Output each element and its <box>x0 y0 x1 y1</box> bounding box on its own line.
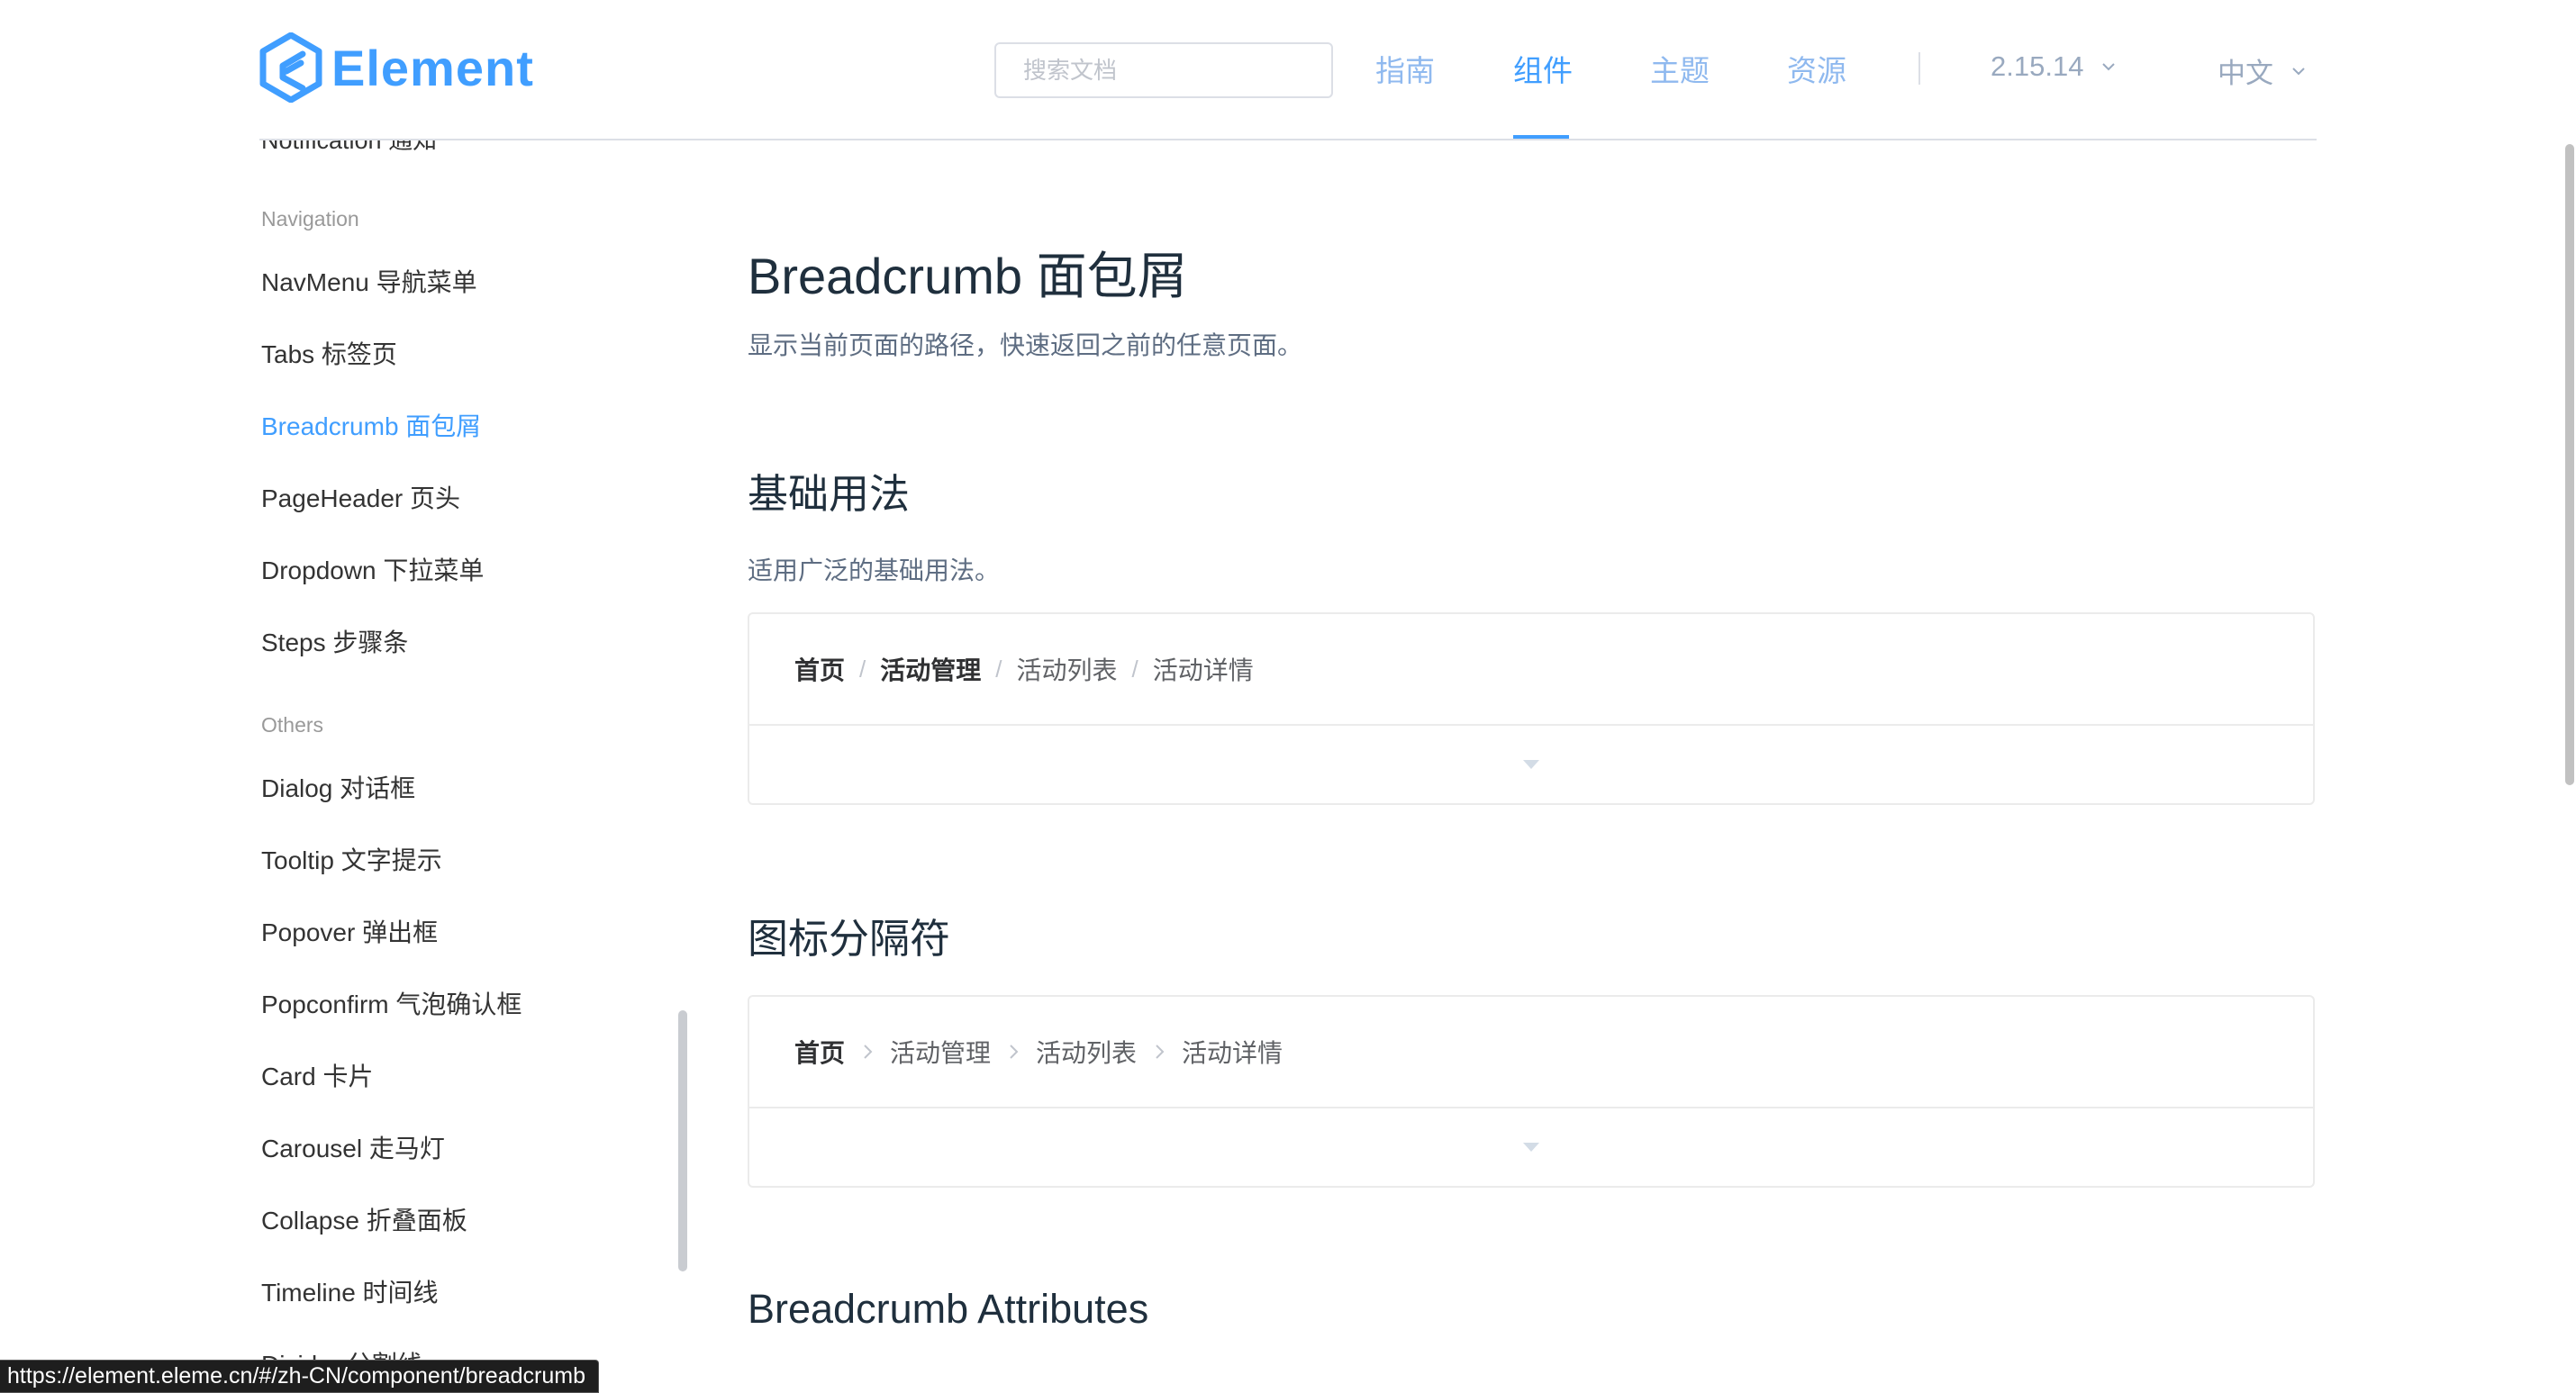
sidebar-item-tabs[interactable]: Tabs 标签页 <box>261 335 397 371</box>
demo-expand-control[interactable] <box>749 726 2313 803</box>
section-heading-basic: 基础用法 <box>748 471 911 517</box>
breadcrumb-item-home[interactable]: 首页 <box>794 651 845 687</box>
version-dropdown[interactable]: 2.15.14 <box>1991 50 2116 83</box>
nav-guide[interactable]: 指南 <box>1375 47 1435 90</box>
demo-block-icon-separator: 首页 活动管理 活动列表 活动详情 <box>748 995 2315 1188</box>
search-box[interactable] <box>994 42 1333 98</box>
sidebar-item-steps[interactable]: Steps 步骤条 <box>261 623 408 659</box>
chevron-right-icon <box>1156 1045 1165 1059</box>
breadcrumb-separator: / <box>995 655 1002 683</box>
sidebar-item-breadcrumb[interactable]: Breadcrumb 面包屑 <box>261 407 481 443</box>
sidebar-item-carousel[interactable]: Carousel 走马灯 <box>261 1129 445 1165</box>
breadcrumb-item-home[interactable]: 首页 <box>794 1034 845 1070</box>
breadcrumb-item-activity-list: 活动列表 <box>1016 656 1118 684</box>
breadcrumb-item-activity-management: 活动管理 <box>890 1039 992 1067</box>
link-preview-status-bar: https://element.eleme.cn/#/zh-CN/compone… <box>0 1360 599 1393</box>
sidebar-item-collapse[interactable]: Collapse 折叠面板 <box>261 1201 467 1237</box>
chevron-down-icon <box>2102 63 2116 71</box>
section-heading-icon-separator: 图标分隔符 <box>748 916 951 962</box>
top-header: Element 指南 组件 主题 资源 2.15.14 中文 <box>0 0 2576 140</box>
sidebar-item-card[interactable]: Card 卡片 <box>261 1057 373 1093</box>
logo-text: Element <box>331 39 534 96</box>
sidebar-item-popover[interactable]: Popover 弹出框 <box>261 913 438 949</box>
sidebar: Notification 通知 Navigation NavMenu 导航菜单 … <box>0 140 703 1393</box>
page-scrollbar[interactable] <box>2565 144 2574 785</box>
caret-down-icon <box>1523 1143 1539 1152</box>
breadcrumb-separator: / <box>859 655 866 683</box>
element-logo-icon <box>259 32 322 103</box>
demo-block-basic: 首页 / 活动管理 / 活动列表 / 活动详情 <box>748 612 2315 805</box>
page-title: Breadcrumb 面包屑 <box>748 248 1188 304</box>
breadcrumb-item-activity-detail: 活动详情 <box>1152 656 1254 684</box>
sidebar-item-popconfirm[interactable]: Popconfirm 气泡确认框 <box>261 985 522 1021</box>
section-description-basic: 适用广泛的基础用法。 <box>748 556 1001 584</box>
breadcrumb-item-activity-detail: 活动详情 <box>1182 1039 1283 1067</box>
breadcrumb: 首页 活动管理 活动列表 活动详情 <box>749 997 2313 1108</box>
nav-resource[interactable]: 资源 <box>1787 47 1846 90</box>
link-preview-url: https://element.eleme.cn/#/zh-CN/compone… <box>7 1363 585 1388</box>
chevron-down-icon <box>2292 67 2305 75</box>
sidebar-item-timeline[interactable]: Timeline 时间线 <box>261 1273 439 1309</box>
language-dropdown[interactable]: 中文 <box>2218 50 2306 91</box>
sidebar-item-pageheader[interactable]: PageHeader 页头 <box>261 479 460 515</box>
element-logo[interactable]: Element <box>259 32 534 103</box>
breadcrumb-separator: / <box>1131 655 1138 683</box>
breadcrumb: 首页 / 活动管理 / 活动列表 / 活动详情 <box>749 614 2313 726</box>
breadcrumb-item-activity-list: 活动列表 <box>1036 1039 1138 1067</box>
chevron-right-icon <box>864 1045 873 1059</box>
language-label: 中文 <box>2218 58 2273 89</box>
nav-theme[interactable]: 主题 <box>1650 47 1710 90</box>
version-label: 2.15.14 <box>1991 50 2084 82</box>
sidebar-scrollbar[interactable] <box>678 1010 687 1271</box>
sidebar-group-others: Others <box>261 713 324 737</box>
nav-divider <box>1918 52 1920 85</box>
section-heading-attributes: Breadcrumb Attributes <box>748 1286 1149 1332</box>
page-lead: 显示当前页面的路径，快速返回之前的任意页面。 <box>748 331 1303 359</box>
caret-down-icon <box>1523 760 1539 769</box>
header-divider <box>259 139 2317 140</box>
chevron-right-icon <box>1010 1045 1019 1059</box>
sidebar-item-notification[interactable]: Notification 通知 <box>261 140 437 156</box>
nav-component[interactable]: 组件 <box>1513 47 1573 90</box>
sidebar-item-tooltip[interactable]: Tooltip 文字提示 <box>261 841 442 877</box>
search-input[interactable] <box>996 44 1331 96</box>
breadcrumb-item-activity-management[interactable]: 活动管理 <box>880 651 981 687</box>
demo-expand-control[interactable] <box>749 1108 2313 1186</box>
sidebar-item-navmenu[interactable]: NavMenu 导航菜单 <box>261 263 477 299</box>
sidebar-group-navigation: Navigation <box>261 207 359 231</box>
sidebar-item-dialog[interactable]: Dialog 对话框 <box>261 769 415 805</box>
sidebar-item-dropdown[interactable]: Dropdown 下拉菜单 <box>261 551 484 587</box>
